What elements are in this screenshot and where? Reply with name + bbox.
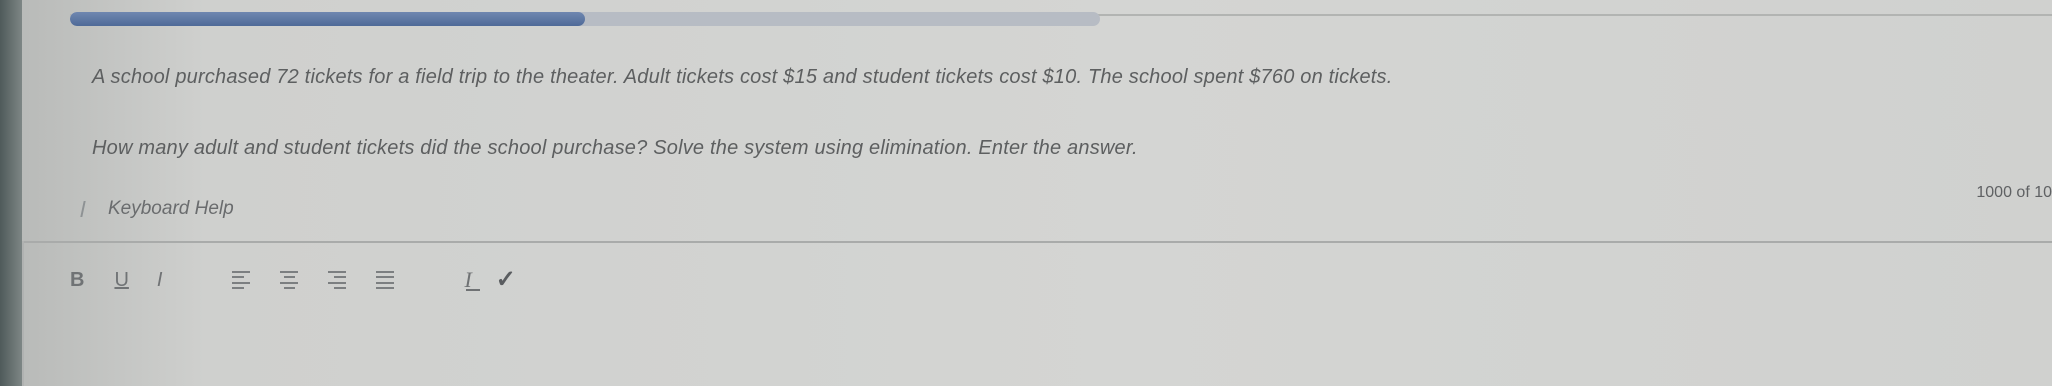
align-left-icon[interactable] (232, 271, 251, 289)
underline-button[interactable]: U (114, 266, 128, 294)
spellcheck-icon[interactable]: ✓ (496, 266, 516, 294)
align-center-icon[interactable] (280, 271, 299, 289)
bold-button[interactable]: B (70, 266, 84, 294)
assessment-screen: A school purchased 72 tickets for a fiel… (0, 0, 2052, 386)
progress-bar (70, 12, 1100, 26)
clear-formatting-button[interactable]: I (464, 266, 482, 294)
align-justify-icon[interactable] (376, 271, 395, 289)
progress-bar-fill (70, 12, 585, 26)
question-text-line-1: A school purchased 72 tickets for a fiel… (92, 66, 1393, 88)
keyboard-help-link[interactable]: Keyboard Help (80, 198, 234, 220)
editor-toolbar: B U I I ✓ (70, 266, 516, 294)
answer-editor-border (22, 241, 2052, 243)
align-right-icon[interactable] (328, 271, 347, 289)
question-text-line-2: How many adult and student tickets did t… (92, 137, 1138, 159)
screen-bezel (0, 0, 22, 386)
answer-input-area[interactable] (24, 310, 2052, 386)
keyboard-help-label: Keyboard Help (108, 198, 234, 219)
keyboard-help-icon (80, 201, 100, 217)
italic-button[interactable]: I (157, 266, 163, 294)
character-count: 1000 of 10 (1976, 184, 2052, 201)
